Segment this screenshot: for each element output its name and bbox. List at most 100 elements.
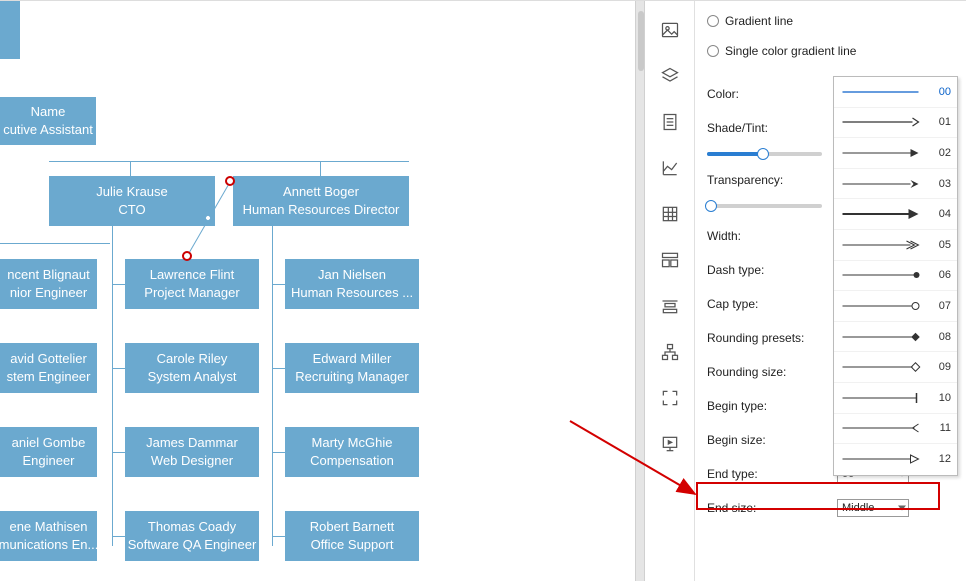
connector <box>112 226 113 546</box>
connection-handle[interactable] <box>225 176 235 186</box>
radio-label: Gradient line <box>725 14 793 28</box>
connector <box>272 284 285 285</box>
arrow-option-03[interactable]: 03 <box>834 169 957 200</box>
node-line: Project Manager <box>144 284 239 302</box>
rail-calc-grid-icon[interactable] <box>645 195 695 233</box>
side-icon-rail <box>645 1 695 581</box>
rail-presentation-icon[interactable] <box>645 425 695 463</box>
node-line: ncent Blignaut <box>7 266 89 284</box>
option-num: 08 <box>929 331 951 343</box>
node-line: Compensation <box>310 452 394 470</box>
orgchart-node[interactable] <box>0 1 20 59</box>
chevron-down-icon <box>898 506 906 511</box>
rail-layout-icon[interactable] <box>645 241 695 279</box>
rail-document-lines-icon[interactable] <box>645 103 695 141</box>
option-num: 03 <box>929 178 951 190</box>
prop-label: End type: <box>707 467 837 481</box>
node-line: Web Designer <box>151 452 233 470</box>
connector <box>112 536 125 537</box>
prop-label: Rounding presets: <box>707 331 837 345</box>
node-line: nior Engineer <box>10 284 87 302</box>
rail-hierarchy-icon[interactable] <box>645 333 695 371</box>
arrow-option-07[interactable]: 07 <box>834 291 957 322</box>
orgchart-node-annett[interactable]: Annett Boger Human Resources Director <box>233 176 409 226</box>
arrow-option-01[interactable]: 01 <box>834 108 957 139</box>
end-size-select[interactable]: Middle <box>837 499 909 517</box>
radio-icon <box>707 45 719 57</box>
orgchart-node-marty[interactable]: Marty McGhie Compensation <box>285 427 419 477</box>
arrow-option-06[interactable]: 06 <box>834 261 957 292</box>
orgchart-node-thomas[interactable]: Thomas Coady Software QA Engineer <box>125 511 259 561</box>
connector <box>112 368 125 369</box>
arrow-option-02[interactable]: 02 <box>834 138 957 169</box>
node-line: Jan Nielsen <box>318 266 386 284</box>
node-line: James Dammar <box>146 434 238 452</box>
arrow-option-09[interactable]: 09 <box>834 352 957 383</box>
radio-gradient-line[interactable]: Gradient line <box>707 9 966 33</box>
option-num: 02 <box>929 147 951 159</box>
option-num: 06 <box>929 269 951 281</box>
option-num: 00 <box>929 86 951 98</box>
orgchart-node-jan[interactable]: Jan Nielsen Human Resources ... <box>285 259 419 309</box>
arrow-option-10[interactable]: 10 <box>834 383 957 414</box>
prop-label: Shade/Tint: <box>707 121 837 135</box>
arrow-option-05[interactable]: 05 <box>834 230 957 261</box>
node-line: Carole Riley <box>157 350 228 368</box>
arrow-option-08[interactable]: 08 <box>834 322 957 353</box>
connector <box>112 452 125 453</box>
orgchart-node-vincent[interactable]: ncent Blignaut nior Engineer <box>0 259 97 309</box>
orgchart-node-ene[interactable]: ene Mathisen munications En... <box>0 511 97 561</box>
transparency-slider[interactable] <box>707 204 822 208</box>
app-frame: Name cutive Assistant Julie Krause CTO A… <box>0 0 966 581</box>
prop-label: Cap type: <box>707 297 837 311</box>
option-num: 11 <box>929 422 951 434</box>
pane-divider[interactable] <box>635 1 645 581</box>
option-num: 12 <box>929 453 951 465</box>
shade-tint-slider[interactable] <box>707 152 822 156</box>
arrow-option-11[interactable]: 11 <box>834 414 957 445</box>
orgchart-node-david[interactable]: avid Gottelier stem Engineer <box>0 343 97 393</box>
orgchart-node-carole[interactable]: Carole Riley System Analyst <box>125 343 259 393</box>
connection-handle[interactable] <box>182 251 192 261</box>
rail-align-icon[interactable] <box>645 287 695 325</box>
connector <box>272 226 273 546</box>
divider-thumb[interactable] <box>638 11 644 71</box>
connector <box>272 368 285 369</box>
orgchart-node-assistant[interactable]: Name cutive Assistant <box>0 97 96 145</box>
orgchart-node-lawrence[interactable]: Lawrence Flint Project Manager <box>125 259 259 309</box>
node-line: Julie Krause <box>96 183 168 201</box>
option-num: 05 <box>929 239 951 251</box>
prop-label: Dash type: <box>707 263 837 277</box>
orgchart-node-edward[interactable]: Edward Miller Recruiting Manager <box>285 343 419 393</box>
prop-label: Begin type: <box>707 399 837 413</box>
orgchart-node-james[interactable]: James Dammar Web Designer <box>125 427 259 477</box>
node-line: Human Resources ... <box>291 284 413 302</box>
orgchart-node-julie[interactable]: Julie Krause CTO <box>49 176 215 226</box>
rail-layers-icon[interactable] <box>645 57 695 95</box>
node-line: Robert Barnett <box>310 518 395 536</box>
radio-single-color-gradient-line[interactable]: Single color gradient line <box>707 39 966 63</box>
node-line: Edward Miller <box>313 350 392 368</box>
option-num: 09 <box>929 361 951 373</box>
node-line: Name <box>31 103 66 121</box>
node-line: Engineer <box>22 452 74 470</box>
orgchart-node-robert[interactable]: Robert Barnett Office Support <box>285 511 419 561</box>
arrow-option-04[interactable]: 04 <box>834 199 957 230</box>
prop-label: End size: <box>707 501 837 515</box>
arrow-option-00[interactable]: 00 <box>834 77 957 108</box>
radio-label: Single color gradient line <box>725 44 856 58</box>
rail-picture-icon[interactable] <box>645 11 695 49</box>
option-num: 07 <box>929 300 951 312</box>
prop-label: Rounding size: <box>707 365 837 379</box>
rail-chart-icon[interactable] <box>645 149 695 187</box>
connector <box>272 452 285 453</box>
prop-label: Begin size: <box>707 433 837 447</box>
option-num: 01 <box>929 116 951 128</box>
orgchart-node-daniel[interactable]: aniel Gombe Engineer <box>0 427 97 477</box>
node-line: cutive Assistant <box>3 121 93 139</box>
rail-fullscreen-icon[interactable] <box>645 379 695 417</box>
prop-label: Color: <box>707 87 837 101</box>
diagram-canvas[interactable]: Name cutive Assistant Julie Krause CTO A… <box>0 1 635 581</box>
arrow-option-12[interactable]: 12 <box>834 444 957 475</box>
node-line: Thomas Coady <box>148 518 236 536</box>
